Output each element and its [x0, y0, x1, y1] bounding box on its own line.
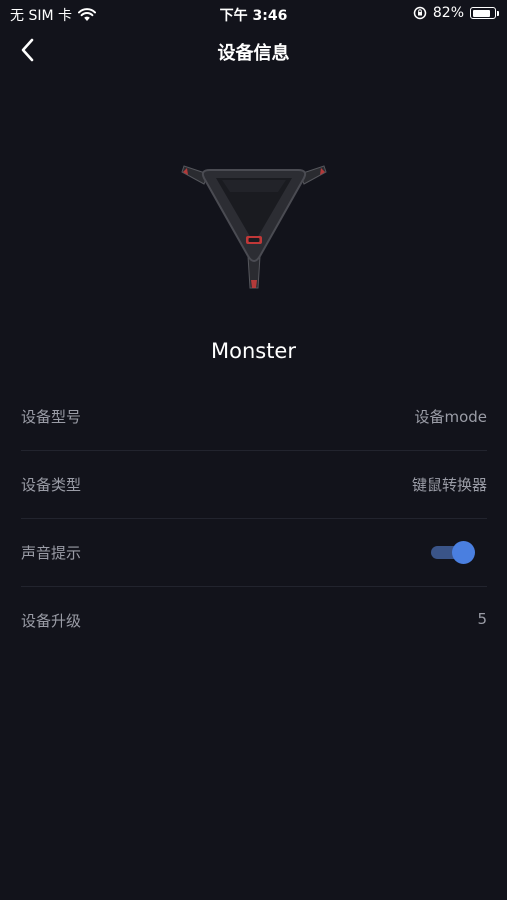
row-value-model: 设备mode — [414, 408, 487, 426]
row-device-type: 设备类型 键鼠转换器 — [21, 451, 487, 519]
row-label-model: 设备型号 — [21, 408, 82, 426]
row-device-upgrade[interactable]: 设备升级 5 — [21, 587, 487, 654]
sound-toggle[interactable] — [431, 541, 475, 564]
toggle-knob — [452, 541, 475, 564]
battery-percent: 82% — [432, 5, 464, 21]
row-device-model: 设备型号 设备mode — [21, 383, 487, 451]
nav-bar: 设备信息 — [0, 28, 507, 72]
row-label-type: 设备类型 — [21, 476, 82, 494]
row-label-sound: 声音提示 — [21, 544, 82, 562]
battery-fill — [472, 9, 490, 17]
status-bar: 无 SIM 卡 下午 3:46 82% — [0, 0, 507, 28]
row-value-upgrade: 5 — [477, 610, 487, 628]
row-sound-prompt: 声音提示 — [21, 519, 487, 587]
battery-icon — [470, 7, 496, 19]
row-value-type: 键鼠转换器 — [411, 476, 487, 494]
battery-cap — [497, 10, 499, 16]
rotation-lock-icon — [413, 6, 427, 20]
status-right: 82% — [413, 5, 499, 21]
device-name: Monster — [210, 339, 296, 363]
info-list: 设备型号 设备mode 设备类型 键鼠转换器 声音提示 设备升级 5 — [21, 383, 487, 654]
row-label-upgrade: 设备升级 — [21, 612, 82, 630]
device-image — [181, 165, 327, 289]
page-title: 设备信息 — [217, 43, 290, 64]
